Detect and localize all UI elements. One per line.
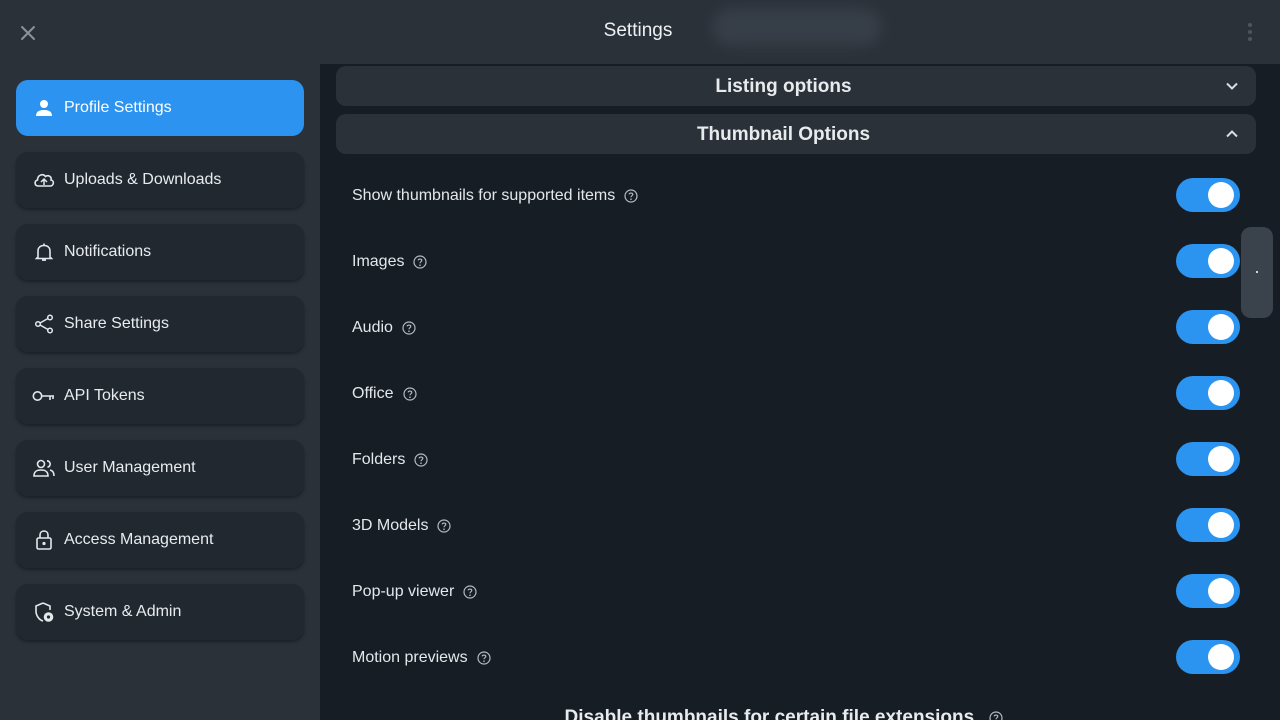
help-icon[interactable] [413,255,428,269]
setting-row-images: Images [352,242,1240,282]
disable-thumbnails-heading: Disable thumbnails for certain file exte… [320,707,1248,720]
sidebar-item-label: API Tokens [64,387,145,404]
sidebar-item-label: Share Settings [64,315,169,332]
setting-row-show-thumbnails: Show thumbnails for supported items [352,176,1240,216]
sidebar-item-share-settings[interactable]: Share Settings [16,296,304,352]
motion-previews-toggle[interactable] [1176,640,1240,674]
accordion-title: Listing options [715,76,852,97]
sidebar-item-user-management[interactable]: User Management [16,440,304,496]
office-toggle[interactable] [1176,376,1240,410]
sidebar-item-label: Notifications [64,243,152,260]
help-icon[interactable] [402,387,417,401]
bell-icon [32,240,56,264]
help-icon[interactable] [437,519,452,533]
cloud-sync-icon [32,168,56,192]
images-toggle[interactable] [1176,244,1240,278]
more-vertical-icon [1248,23,1252,27]
sidebar-item-label: Profile Settings [64,99,172,116]
thumbnail-options-accordion[interactable]: Thumbnail Options [336,114,1256,154]
sidebar-item-profile-settings[interactable]: Profile Settings [16,80,304,136]
settings-content: Listing options Thumbnail Options Show t… [320,64,1280,720]
page-title: Settings [603,20,673,41]
person-icon [32,96,56,120]
setting-row-folders: Folders [352,440,1240,480]
setting-label: Office [352,385,394,402]
setting-row-popup-viewer: Pop-up viewer [352,572,1240,612]
sidebar-item-api-tokens[interactable]: API Tokens [16,368,304,424]
sidebar-item-label: System & Admin [64,603,182,620]
sidebar-item-label: Access Management [64,531,214,548]
help-icon[interactable] [624,189,638,203]
setting-label: Pop-up viewer [352,583,455,600]
popup-viewer-toggle[interactable] [1176,574,1240,608]
key-icon [32,384,56,408]
setting-label: Audio [352,319,393,336]
setting-label: Folders [352,451,406,468]
shield-gear-icon [32,600,56,624]
audio-toggle[interactable] [1176,310,1240,344]
sidebar-item-system-admin[interactable]: System & Admin [16,584,304,640]
help-icon[interactable] [477,651,491,665]
show-thumbnails-toggle[interactable] [1176,178,1240,212]
setting-label: Images [352,253,405,270]
more-menu-button[interactable] [1238,20,1262,44]
sidebar-item-label: Uploads & Downloads [64,171,222,188]
setting-label: Show thumbnails for supported items [352,187,616,204]
chevron-up-icon [1226,130,1238,138]
help-icon[interactable] [402,321,416,335]
setting-row-motion-previews: Motion previews [352,638,1240,678]
setting-row-audio: Audio [352,308,1240,348]
sidebar-item-notifications[interactable]: Notifications [16,224,304,280]
help-icon[interactable] [989,711,1004,720]
chevron-down-icon [1226,82,1238,90]
sidebar-item-label: User Management [64,459,196,476]
scrollbar-handle[interactable] [1241,227,1273,318]
sidebar-item-uploads-downloads[interactable]: Uploads & Downloads [16,152,304,208]
setting-row-3d-models: 3D Models [352,506,1240,546]
3d-models-toggle[interactable] [1176,508,1240,542]
sidebar-item-access-management[interactable]: Access Management [16,512,304,568]
help-icon[interactable] [414,453,428,467]
blurred-header-element [712,8,882,46]
accordion-title: Thumbnail Options [696,124,871,145]
setting-label: 3D Models [352,517,429,534]
listing-options-accordion[interactable]: Listing options [336,66,1256,106]
sidebar: Profile Settings Uploads & Downloads Not… [0,64,320,720]
folders-toggle[interactable] [1176,442,1240,476]
setting-label: Motion previews [352,649,468,666]
help-icon[interactable] [463,585,477,599]
share-icon [32,312,56,336]
top-bar: Settings [0,0,1280,64]
lock-icon [32,528,56,552]
users-icon [32,456,56,480]
setting-row-office: Office [352,374,1240,414]
